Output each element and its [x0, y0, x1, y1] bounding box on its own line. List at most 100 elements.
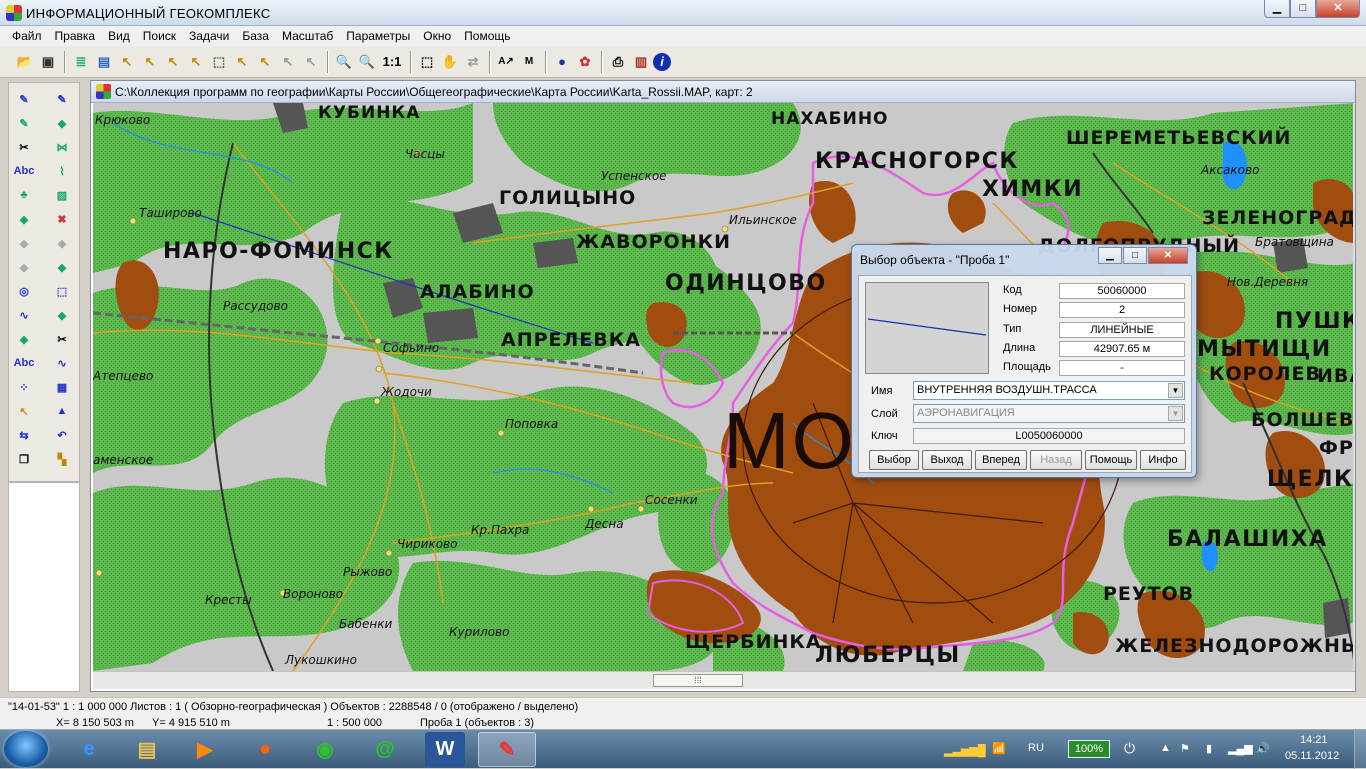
- spline-icon[interactable]: ∿: [49, 353, 75, 373]
- print-icon[interactable]: ⎙: [607, 51, 629, 73]
- internet-explorer-icon[interactable]: e: [60, 732, 118, 767]
- tray-expand-icon[interactable]: ▲: [1160, 742, 1171, 754]
- menu-edit[interactable]: Правка: [49, 29, 103, 43]
- split-icon[interactable]: ◆: [11, 329, 37, 349]
- language-indicator[interactable]: RU: [1028, 742, 1044, 754]
- text-edit-tool-icon[interactable]: Abc: [11, 353, 37, 373]
- help-button[interactable]: Помощь: [1085, 450, 1137, 470]
- select-add-icon[interactable]: ↖: [231, 51, 253, 73]
- frame-select-icon[interactable]: ⬚: [208, 51, 230, 73]
- word-icon[interactable]: W: [425, 732, 465, 767]
- menu-file[interactable]: Файл: [6, 29, 49, 43]
- book-icon[interactable]: ▤: [93, 51, 115, 73]
- vertical-scrollbar[interactable]: [1353, 103, 1355, 671]
- maximize-button[interactable]: □: [1290, 0, 1316, 18]
- dialog-maximize-button[interactable]: □: [1123, 247, 1147, 264]
- zoom-out-icon[interactable]: 🔍: [333, 51, 355, 73]
- select-line-icon[interactable]: ↖: [162, 51, 184, 73]
- start-button[interactable]: [4, 731, 48, 767]
- info-icon[interactable]: i: [653, 52, 671, 71]
- forward-button[interactable]: Вперед: [975, 450, 1027, 470]
- scissors-icon[interactable]: ✂: [11, 137, 37, 157]
- cut-line-icon[interactable]: ✂: [49, 329, 75, 349]
- undo-icon[interactable]: ↶: [49, 425, 75, 445]
- chrome-icon[interactable]: ◉: [296, 732, 354, 767]
- menu-view[interactable]: Вид: [102, 29, 137, 43]
- rotate-arrows-icon[interactable]: ⇆: [11, 425, 37, 445]
- open-folder-icon[interactable]: 📂: [14, 51, 36, 73]
- chevron-down-icon[interactable]: ▼: [1168, 383, 1183, 398]
- clock-date[interactable]: 05.11.2012: [1285, 750, 1339, 762]
- geocomplex-taskbar-icon[interactable]: ✎: [478, 732, 536, 767]
- signal-bars-icon[interactable]: ▂▄▆: [1228, 742, 1253, 755]
- select-icon[interactable]: ↖: [116, 51, 138, 73]
- minimize-button[interactable]: ▁: [1264, 0, 1290, 18]
- zoom-in-icon[interactable]: 🔍: [356, 51, 378, 73]
- device-icon[interactable]: ▮: [1206, 742, 1212, 755]
- mail-agent-icon[interactable]: @: [356, 732, 414, 767]
- file-explorer-icon[interactable]: ▤: [118, 732, 176, 767]
- select-button[interactable]: Выбор: [869, 450, 919, 470]
- dialog-close-button[interactable]: ✕: [1148, 247, 1188, 264]
- move-icon[interactable]: ⇄: [462, 51, 484, 73]
- select-grid-icon[interactable]: ↖: [11, 401, 37, 421]
- text-label-icon[interactable]: Abc: [11, 161, 37, 181]
- window-icon[interactable]: ❐: [11, 449, 37, 469]
- show-desktop-button[interactable]: [1354, 730, 1366, 769]
- tree-symbol-icon[interactable]: ♣: [11, 185, 37, 205]
- pyramid-icon[interactable]: ▲: [49, 401, 75, 421]
- wifi-icon[interactable]: 📶: [992, 742, 1006, 755]
- menu-search[interactable]: Поиск: [137, 29, 183, 43]
- globe-icon[interactable]: ●: [551, 51, 573, 73]
- hatch-area-icon[interactable]: ▨: [49, 185, 75, 205]
- circle-icon[interactable]: ◎: [11, 281, 37, 301]
- menu-window[interactable]: Окно: [417, 29, 458, 43]
- transport-icon[interactable]: ▚: [49, 449, 75, 469]
- battery-indicator[interactable]: 100%: [1068, 740, 1110, 758]
- edit-vertex-icon[interactable]: ✎: [11, 113, 37, 133]
- merge-icon[interactable]: ◆: [49, 305, 75, 325]
- edit-area-icon[interactable]: ◆: [49, 113, 75, 133]
- dialog-minimize-button[interactable]: ▁: [1098, 247, 1122, 264]
- exit-button[interactable]: Выход: [922, 450, 972, 470]
- vertex-move-icon[interactable]: ⋈: [49, 137, 75, 157]
- zoom-frame-icon[interactable]: ⬚: [416, 51, 438, 73]
- scrollbar-thumb[interactable]: ⁞⁞⁞: [653, 674, 743, 687]
- clock-time[interactable]: 14:21: [1300, 734, 1328, 746]
- horizontal-scrollbar[interactable]: ⁞⁞⁞: [93, 671, 1355, 689]
- draw-line-icon[interactable]: ✎: [11, 89, 37, 109]
- measure-icon[interactable]: M: [518, 51, 540, 73]
- select-query-icon[interactable]: ↖: [254, 51, 276, 73]
- info-button[interactable]: Инфо: [1140, 450, 1186, 470]
- menu-scale[interactable]: Масштаб: [276, 29, 340, 43]
- book-help-icon[interactable]: ▥: [630, 51, 652, 73]
- polyline-icon[interactable]: ⌇: [49, 161, 75, 181]
- network-signal-icon[interactable]: ▂▃▅▆█: [944, 744, 986, 757]
- palette-icon[interactable]: ✿: [574, 51, 596, 73]
- save-icon[interactable]: ▣: [37, 51, 59, 73]
- deselect-icon[interactable]: ↖: [300, 51, 322, 73]
- close-button[interactable]: ✕: [1316, 0, 1360, 18]
- volume-icon[interactable]: 🔊: [1256, 742, 1270, 755]
- pan-hand-icon[interactable]: ✋: [439, 51, 461, 73]
- grid-points-icon[interactable]: ⁘: [11, 377, 37, 397]
- scale-one-button[interactable]: 1:1: [379, 51, 405, 73]
- menu-help[interactable]: Помощь: [458, 29, 517, 43]
- action-center-icon[interactable]: ⚑: [1180, 742, 1190, 755]
- layers-icon[interactable]: ≣: [70, 51, 92, 73]
- copy-object-icon[interactable]: ◆: [11, 209, 37, 229]
- rotate-object-icon[interactable]: ◆: [49, 257, 75, 277]
- select-edit-icon[interactable]: ↖: [277, 51, 299, 73]
- draw-polyline-icon[interactable]: ✎: [49, 89, 75, 109]
- media-player-icon[interactable]: ▶: [176, 732, 234, 767]
- delete-object-icon[interactable]: ✖: [49, 209, 75, 229]
- grid-icon[interactable]: ▦: [49, 377, 75, 397]
- menu-tasks[interactable]: Задачи: [183, 29, 236, 43]
- firefox-icon[interactable]: ●: [236, 732, 294, 767]
- select-object-icon[interactable]: ↖: [185, 51, 207, 73]
- rectangle-select-icon[interactable]: ⬚: [49, 281, 75, 301]
- menu-parameters[interactable]: Параметры: [340, 29, 417, 43]
- select-area-icon[interactable]: ↖: [139, 51, 161, 73]
- text-edit-icon[interactable]: A↗: [495, 51, 517, 73]
- menu-base[interactable]: База: [236, 29, 276, 43]
